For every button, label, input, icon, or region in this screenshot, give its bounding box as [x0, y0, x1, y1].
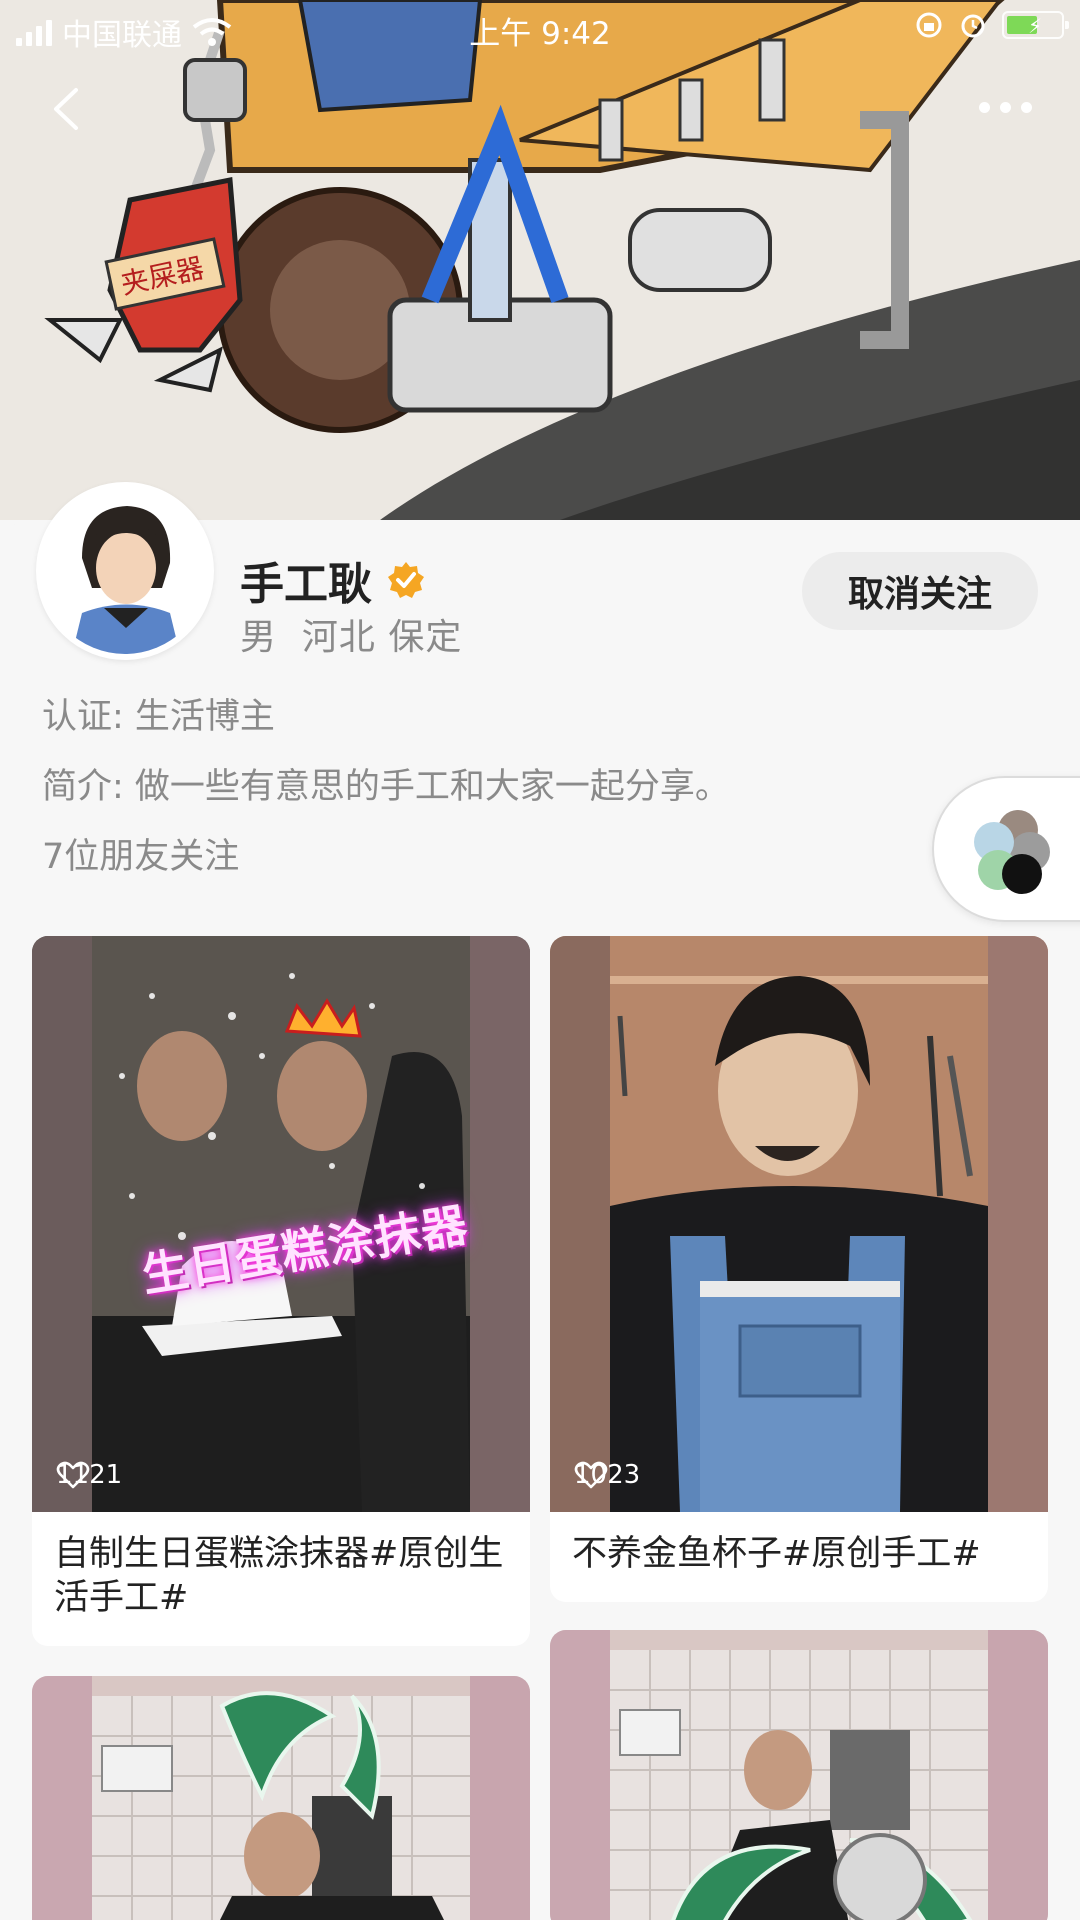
video-title[interactable]: 自制生日蛋糕涂抹器#原创生活手工# — [32, 1512, 530, 1646]
floating-action-button[interactable] — [932, 776, 1080, 922]
unfollow-button[interactable]: 取消关注 — [802, 552, 1038, 630]
heart-icon — [574, 1461, 608, 1489]
video-thumbnail[interactable]: 1023 — [550, 936, 1048, 1512]
video-card[interactable]: 1023 不养金鱼杯子#原创手工# — [550, 936, 1048, 1602]
profile-location: 河北 保定 — [301, 617, 463, 658]
profile-name: 手工耿 — [240, 559, 372, 610]
more-options-icon[interactable] — [970, 92, 1040, 122]
video-thumbnail[interactable] — [550, 1630, 1048, 1920]
video-thumbnail[interactable]: 生日蛋糕涂抹器 1121 — [32, 936, 530, 1512]
rotation-lock-icon — [916, 12, 942, 38]
heart-icon — [56, 1461, 90, 1489]
battery-icon: ⚡ — [1002, 11, 1069, 39]
video-card[interactable] — [550, 1630, 1048, 1920]
video-thumbnail[interactable] — [32, 1676, 530, 1920]
certification-text: 认证: 生活博主 — [42, 697, 275, 737]
friends-following-text[interactable]: 7位朋友关注 — [42, 828, 239, 879]
profile-screen: 夹屎器 中国联通 上午 9:42 ⚡ 手工耿 男 河北 保定 取消关注 认证: … — [0, 0, 1080, 1920]
video-card[interactable] — [32, 1676, 530, 1920]
profile-gender: 男 — [240, 617, 278, 658]
profile-meta: 男 河北 保定 — [240, 608, 462, 660]
cover-image: 夹屎器 — [0, 0, 1080, 520]
alarm-icon — [961, 14, 985, 38]
verified-badge-icon — [388, 562, 424, 598]
back-icon[interactable] — [42, 84, 92, 134]
video-title[interactable]: 不养金鱼杯子#原创手工# — [550, 1512, 1048, 1602]
video-card[interactable]: 生日蛋糕涂抹器 1121 自制生日蛋糕涂抹器#原创生活手工# — [32, 936, 530, 1646]
bio-text: 简介: 做一些有意思的手工和大家一起分享。 — [42, 767, 730, 807]
avatar[interactable] — [36, 482, 214, 660]
status-bar: 中国联通 上午 9:42 ⚡ — [0, 0, 1080, 56]
pinwheel-icon — [974, 810, 1050, 894]
